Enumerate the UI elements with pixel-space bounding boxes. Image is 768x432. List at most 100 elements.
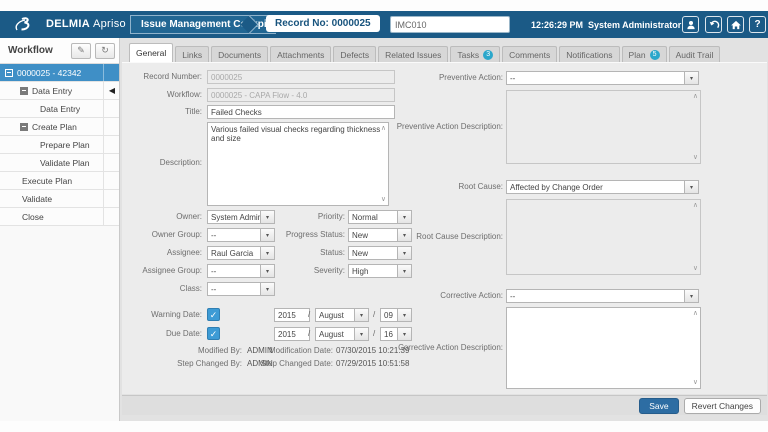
tab-notifications[interactable]: Notifications bbox=[559, 46, 619, 62]
workflow-node-validate-plan[interactable]: Validate Plan bbox=[0, 154, 119, 172]
dropdown-arrow-icon[interactable] bbox=[397, 265, 411, 277]
tab-tasks[interactable]: Tasks3 bbox=[450, 46, 500, 62]
description-textarea[interactable]: Various failed visual checks regarding t… bbox=[208, 123, 388, 205]
assignee-select[interactable]: Raul Garcia bbox=[207, 246, 275, 260]
dropdown-arrow-icon[interactable] bbox=[397, 309, 411, 321]
collapse-icon[interactable] bbox=[20, 87, 28, 95]
collapse-icon[interactable] bbox=[5, 69, 13, 77]
corrective-action-description-textarea[interactable] bbox=[507, 308, 700, 388]
assignee-group-select[interactable]: -- bbox=[207, 264, 275, 278]
workflow-node-prepare-plan[interactable]: Prepare Plan bbox=[0, 136, 119, 154]
warning-date-month-select[interactable]: August bbox=[315, 308, 369, 322]
tree-node-label: Execute Plan bbox=[22, 176, 72, 186]
due-date-day-select[interactable]: 16 bbox=[380, 327, 412, 341]
dropdown-arrow-icon[interactable] bbox=[684, 290, 698, 302]
revert-changes-button[interactable]: Revert Changes bbox=[684, 398, 761, 414]
root-cause-value: Affected by Change Order bbox=[507, 183, 684, 192]
dropdown-arrow-icon[interactable] bbox=[354, 309, 368, 321]
tab-label: Links bbox=[182, 50, 202, 60]
warning-date-day-select[interactable]: 09 bbox=[380, 308, 412, 322]
warning-date-checkbox[interactable] bbox=[207, 308, 220, 321]
tab-links[interactable]: Links bbox=[175, 46, 209, 62]
help-button[interactable]: ? bbox=[749, 16, 766, 33]
tab-plan[interactable]: Plan5 bbox=[622, 46, 667, 62]
dropdown-arrow-icon[interactable] bbox=[397, 229, 411, 241]
root-cause-select[interactable]: Affected by Change Order bbox=[506, 180, 699, 194]
warning-date-month-value: August bbox=[316, 311, 354, 320]
modification-date-label: Modification Date: bbox=[269, 346, 333, 355]
workflow-node-record[interactable]: 0000025 - 42342 bbox=[0, 64, 119, 82]
tab-general[interactable]: General bbox=[129, 43, 173, 62]
due-date-month-select[interactable]: August bbox=[315, 327, 369, 341]
workflow-edit-button[interactable]: ✎ bbox=[71, 43, 91, 59]
workflow-node-validate[interactable]: Validate bbox=[0, 190, 119, 208]
assignee-group-label: Assignee Group: bbox=[142, 266, 202, 275]
dropdown-arrow-icon[interactable] bbox=[684, 72, 698, 84]
dropdown-arrow-icon[interactable] bbox=[260, 211, 274, 223]
scroll-down-icon[interactable]: ∨ bbox=[693, 265, 698, 272]
owner-select[interactable]: System Administrator bbox=[207, 210, 275, 224]
workflow-node-execute-plan[interactable]: Execute Plan bbox=[0, 172, 119, 190]
owner-group-select[interactable]: -- bbox=[207, 228, 275, 242]
step-changed-date-value: 07/29/2015 10:51:58 bbox=[336, 359, 409, 368]
scroll-down-icon[interactable]: ∨ bbox=[381, 196, 386, 203]
tab-attachments[interactable]: Attachments bbox=[270, 46, 331, 62]
title-input[interactable] bbox=[207, 105, 395, 119]
dropdown-arrow-icon[interactable] bbox=[260, 247, 274, 259]
scroll-down-icon[interactable]: ∨ bbox=[693, 379, 698, 386]
dropdown-arrow-icon[interactable] bbox=[397, 211, 411, 223]
tab-label: Defects bbox=[340, 50, 369, 60]
preventive-action-select[interactable]: -- bbox=[506, 71, 699, 85]
dropdown-arrow-icon[interactable] bbox=[354, 328, 368, 340]
severity-select[interactable]: High bbox=[348, 264, 412, 278]
preventive-action-description-textarea[interactable] bbox=[507, 91, 700, 163]
workflow-node-data-entry-group[interactable]: Data Entry ◀ bbox=[0, 82, 119, 100]
home-button[interactable] bbox=[727, 16, 744, 33]
tab-documents[interactable]: Documents bbox=[211, 46, 268, 62]
tab-audit-trail[interactable]: Audit Trail bbox=[669, 46, 721, 62]
collapse-icon[interactable] bbox=[20, 123, 28, 131]
assignee-label: Assignee: bbox=[167, 248, 202, 257]
status-value: New bbox=[349, 249, 397, 258]
class-select[interactable]: -- bbox=[207, 282, 275, 296]
tab-label: General bbox=[136, 48, 166, 58]
scroll-up-icon[interactable]: ∧ bbox=[693, 93, 698, 100]
corrective-action-select[interactable]: -- bbox=[506, 289, 699, 303]
dropdown-arrow-icon[interactable] bbox=[397, 328, 411, 340]
tab-related-issues[interactable]: Related Issues bbox=[378, 46, 448, 62]
root-cause-description-textarea[interactable] bbox=[507, 200, 700, 274]
corrective-action-description-wrap: ∧ ∨ bbox=[506, 307, 701, 389]
save-button[interactable]: Save bbox=[639, 398, 678, 414]
workflow-node-close[interactable]: Close bbox=[0, 208, 119, 226]
due-date-checkbox[interactable] bbox=[207, 327, 220, 340]
dropdown-arrow-icon[interactable] bbox=[260, 283, 274, 295]
scroll-up-icon[interactable]: ∧ bbox=[693, 310, 698, 317]
tab-defects[interactable]: Defects bbox=[333, 46, 376, 62]
dropdown-arrow-icon[interactable] bbox=[684, 181, 698, 193]
tree-node-label: Validate bbox=[22, 194, 52, 204]
workflow-node-create-plan[interactable]: Create Plan bbox=[0, 118, 119, 136]
user-profile-button[interactable] bbox=[682, 16, 699, 33]
scroll-down-icon[interactable]: ∨ bbox=[693, 154, 698, 161]
status-select[interactable]: New bbox=[348, 246, 412, 260]
progress-status-select[interactable]: New bbox=[348, 228, 412, 242]
dropdown-arrow-icon[interactable] bbox=[260, 229, 274, 241]
user-icon bbox=[685, 19, 697, 31]
dropdown-arrow-icon[interactable] bbox=[260, 265, 274, 277]
workflow-panel-title: Workflow bbox=[8, 45, 53, 56]
date-separator: / bbox=[373, 310, 375, 319]
dropdown-arrow-icon[interactable] bbox=[397, 247, 411, 259]
warning-date-year-input[interactable] bbox=[274, 308, 310, 322]
priority-select[interactable]: Normal bbox=[348, 210, 412, 224]
preventive-action-label: Preventive Action: bbox=[439, 73, 503, 82]
tab-comments[interactable]: Comments bbox=[502, 46, 557, 62]
question-mark-icon: ? bbox=[754, 19, 760, 30]
scroll-up-icon[interactable]: ∧ bbox=[381, 125, 386, 132]
scroll-up-icon[interactable]: ∧ bbox=[693, 202, 698, 209]
operation-code-input[interactable] bbox=[390, 16, 510, 33]
corrective-action-label: Corrective Action: bbox=[440, 291, 503, 300]
undo-button[interactable] bbox=[705, 16, 722, 33]
due-date-year-input[interactable] bbox=[274, 327, 310, 341]
workflow-refresh-button[interactable]: ↻ bbox=[95, 43, 115, 59]
workflow-node-data-entry[interactable]: Data Entry bbox=[0, 100, 119, 118]
